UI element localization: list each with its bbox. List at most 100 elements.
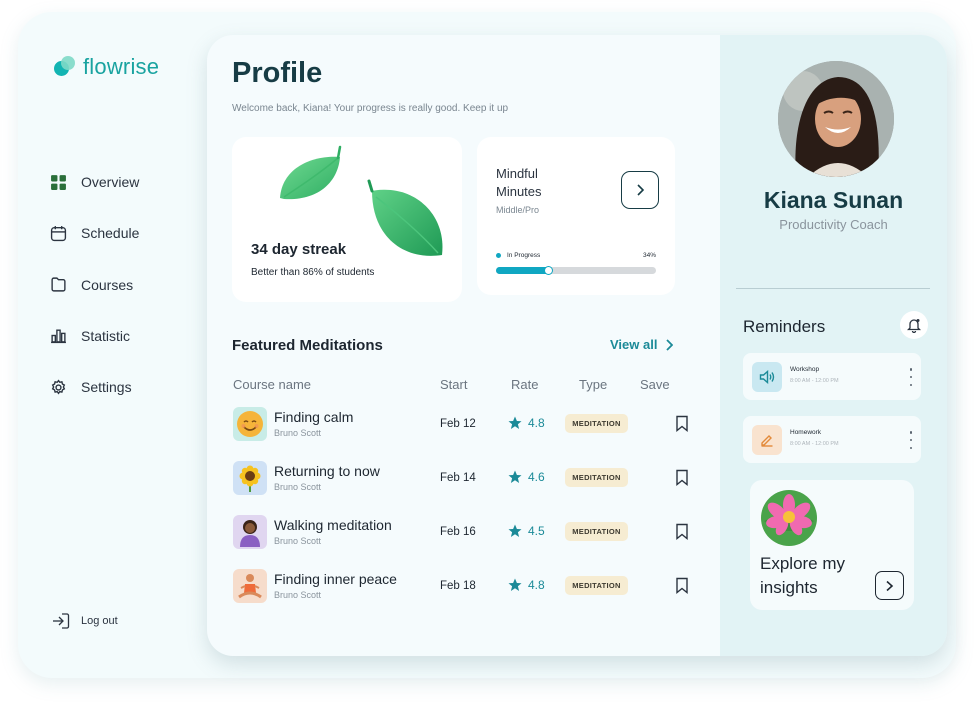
table-row[interactable]: Walking meditation Bruno Scott Feb 16 4.… [232, 515, 702, 551]
sidebar-item-overview[interactable]: Overview [50, 170, 139, 194]
featured-title: Featured Meditations [232, 337, 383, 354]
progress-percent: 34% [642, 252, 656, 259]
pencil-icon [752, 425, 782, 455]
progress-fill [496, 266, 554, 275]
reminder-name: Homework [790, 429, 822, 436]
sidebar-nav: Overview Schedule Courses Statistic Sett… [50, 170, 139, 426]
mindful-open-button[interactable] [621, 171, 659, 209]
sidebar-item-courses[interactable]: Courses [50, 273, 139, 297]
person-icon [233, 515, 267, 549]
progress-label: In Progress [507, 252, 541, 259]
more-options-icon[interactable] [907, 368, 915, 386]
page-title: Profile [232, 57, 323, 89]
grid-icon [51, 174, 66, 190]
type-badge: MEDITATION [565, 576, 628, 595]
folder-icon [51, 277, 66, 292]
mindful-minutes-card[interactable]: Mindful Minutes Middle/Pro In Progress 3… [477, 137, 675, 295]
save-button[interactable] [675, 415, 689, 437]
column-header-start: Start [440, 377, 468, 392]
course-rating: 4.6 [508, 470, 545, 484]
bar-chart-icon [51, 329, 66, 344]
bookmark-icon [676, 469, 688, 486]
notifications-button[interactable] [900, 311, 928, 339]
mindful-title: Mindful Minutes [496, 166, 542, 199]
chevron-right-icon [666, 338, 674, 351]
rating-value: 4.8 [528, 578, 545, 592]
app-name: flowrise [83, 54, 160, 79]
save-button[interactable] [675, 523, 689, 545]
speaker-icon [752, 362, 782, 392]
course-author: Bruno Scott [274, 590, 322, 600]
logo-icon [54, 56, 76, 78]
bell-icon [907, 318, 921, 333]
bookmark-icon [676, 523, 688, 540]
calendar-icon [50, 225, 67, 241]
progress-knob[interactable] [544, 266, 554, 275]
sidebar-item-label: Statistic [81, 327, 131, 344]
avatar[interactable] [778, 61, 894, 177]
reminder-name: Workshop [790, 366, 820, 373]
course-author: Bruno Scott [274, 536, 322, 546]
sidebar-item-settings[interactable]: Settings [50, 375, 139, 399]
table-row[interactable]: Finding inner peace Bruno Scott Feb 18 4… [232, 569, 702, 605]
reminder-item[interactable]: Homework 8:00 AM - 12:00 PM [743, 416, 921, 463]
progress-row: In Progress 34% [496, 252, 656, 259]
course-start: Feb 12 [440, 418, 476, 430]
lotus-pose-icon [233, 569, 267, 603]
insights-label: Explore my insights [760, 554, 846, 597]
star-icon [508, 416, 522, 429]
insights-open-button[interactable] [875, 571, 904, 600]
rating-value: 4.5 [528, 524, 545, 538]
rating-value: 4.8 [528, 416, 545, 430]
mindful-level: Middle/Pro [496, 205, 540, 215]
streak-card: 34 day streak Better than 86% of student… [232, 137, 462, 302]
column-header-name: Course name [233, 377, 312, 392]
lotus-flower-icon [761, 490, 817, 546]
table-row[interactable]: Finding calm Bruno Scott Feb 12 4.8 MEDI… [232, 407, 702, 443]
sunflower-icon [233, 461, 267, 495]
save-button[interactable] [675, 577, 689, 599]
chevron-right-icon [637, 184, 645, 196]
course-rating: 4.5 [508, 524, 545, 538]
divider [736, 288, 930, 289]
insights-card[interactable]: Explore my insights [750, 480, 914, 610]
sidebar-item-label: Settings [81, 379, 132, 396]
column-header-save: Save [640, 377, 670, 392]
reminder-item[interactable]: Workshop 8:00 AM - 12:00 PM [743, 353, 921, 400]
star-icon [508, 470, 522, 483]
view-all-link[interactable]: View all [610, 337, 674, 352]
sidebar-item-schedule[interactable]: Schedule [50, 221, 139, 245]
star-icon [508, 524, 522, 537]
main-panel: Profile Welcome back, Kiana! Your progre… [207, 35, 947, 656]
course-name: Finding inner peace [274, 571, 397, 587]
sidebar-item-label: Schedule [81, 225, 140, 242]
course-name: Walking meditation [274, 517, 392, 533]
view-all-label: View all [610, 337, 658, 352]
course-name: Finding calm [274, 409, 354, 425]
type-badge: MEDITATION [565, 468, 628, 487]
star-icon [508, 578, 522, 591]
type-badge: MEDITATION [565, 522, 628, 541]
bookmark-icon [676, 577, 688, 594]
save-button[interactable] [675, 469, 689, 491]
logout-button[interactable]: Log out [51, 611, 118, 631]
table-row[interactable]: Returning to now Bruno Scott Feb 14 4.6 … [232, 461, 702, 497]
smiling-face-icon [233, 407, 267, 441]
rating-value: 4.6 [528, 470, 545, 484]
column-header-type: Type [579, 377, 608, 392]
more-options-icon[interactable] [907, 431, 915, 449]
course-start: Feb 18 [440, 580, 476, 592]
type-badge: MEDITATION [565, 414, 628, 433]
app-logo[interactable]: flowrise [54, 54, 159, 80]
reminder-time: 8:00 AM - 12:00 PM [790, 378, 839, 384]
user-role: Productivity Coach [779, 217, 888, 232]
user-name: Kiana Sunan [763, 187, 904, 213]
progress-bar [496, 266, 656, 275]
streak-subtitle: Better than 86% of students [251, 267, 375, 278]
sidebar-item-label: Overview [81, 174, 140, 190]
course-start: Feb 16 [440, 526, 476, 538]
course-rating: 4.8 [508, 578, 545, 592]
course-rating: 4.8 [508, 416, 545, 430]
logout-label: Log out [81, 615, 118, 627]
sidebar-item-statistic[interactable]: Statistic [50, 324, 139, 348]
